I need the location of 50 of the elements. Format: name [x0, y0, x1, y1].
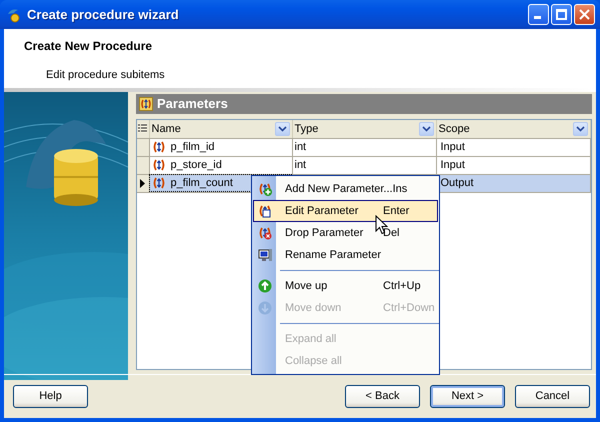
- column-header[interactable]: Name: [152, 120, 181, 137]
- maximize-icon: [556, 9, 567, 20]
- monitor-icon: [258, 248, 272, 262]
- chevron-down-icon: [422, 126, 430, 132]
- column-filter-button[interactable]: [573, 122, 588, 136]
- menu-item[interactable]: Move up Ctrl+Up: [253, 275, 438, 297]
- page-subtitle: Edit procedure subitems: [46, 68, 166, 83]
- table-cell-text: p_film_id: [170, 140, 215, 155]
- column-filter-button[interactable]: [418, 122, 434, 136]
- chevron-down-icon: [576, 126, 585, 132]
- page-title: Create New Procedure: [24, 38, 154, 55]
- column-header[interactable]: Scope: [438, 120, 470, 137]
- maximize-button[interactable]: [551, 4, 572, 25]
- edit-parameter-icon: [258, 204, 272, 218]
- table-row[interactable]: p_store_id int Input: [137, 156, 590, 174]
- close-icon: [579, 9, 590, 20]
- menu-item[interactable]: Edit Parameter Enter: [253, 200, 438, 222]
- panel-title: Parameters: [157, 95, 228, 114]
- wizard-button[interactable]: < Back: [345, 385, 420, 408]
- drop-parameter-icon: [258, 226, 272, 240]
- parameter-icon: [139, 97, 153, 111]
- column-filter-button[interactable]: [274, 122, 290, 136]
- table-cell-text: p_film_count: [170, 176, 233, 191]
- wizard-button[interactable]: Cancel: [515, 385, 590, 408]
- table-row[interactable]: p_film_id int Input: [137, 138, 590, 156]
- wizard-button[interactable]: Next >: [430, 385, 505, 408]
- menu-item[interactable]: Add New Parameter...Ins: [253, 178, 438, 200]
- app-icon: [6, 6, 22, 22]
- menu-item[interactable]: Rename Parameter: [253, 244, 438, 266]
- parameter-icon: [152, 158, 166, 172]
- menu-item[interactable]: Drop Parameter Del: [253, 222, 438, 244]
- row-pointer-icon: [140, 178, 146, 188]
- close-button[interactable]: [574, 4, 595, 25]
- table-cell: int: [294, 140, 306, 153]
- move-up-icon: [258, 279, 272, 293]
- window-title: Create procedure wizard: [27, 6, 179, 24]
- parameter-icon: [152, 140, 166, 154]
- minimize-button[interactable]: [528, 4, 549, 25]
- table-cell: Input: [440, 140, 465, 153]
- chevron-down-icon: [278, 126, 286, 132]
- column-chooser-icon[interactable]: [138, 124, 147, 134]
- wizard-button[interactable]: Help: [13, 385, 88, 408]
- column-header[interactable]: Type: [294, 120, 318, 137]
- table-cell: Output: [440, 176, 474, 189]
- table-cell-text: p_store_id: [170, 158, 222, 173]
- parameter-icon: [152, 176, 166, 190]
- table-cell: int: [294, 158, 306, 171]
- add-parameter-icon: [258, 182, 272, 196]
- table-cell: Input: [440, 158, 465, 171]
- move-down-icon: [258, 301, 272, 315]
